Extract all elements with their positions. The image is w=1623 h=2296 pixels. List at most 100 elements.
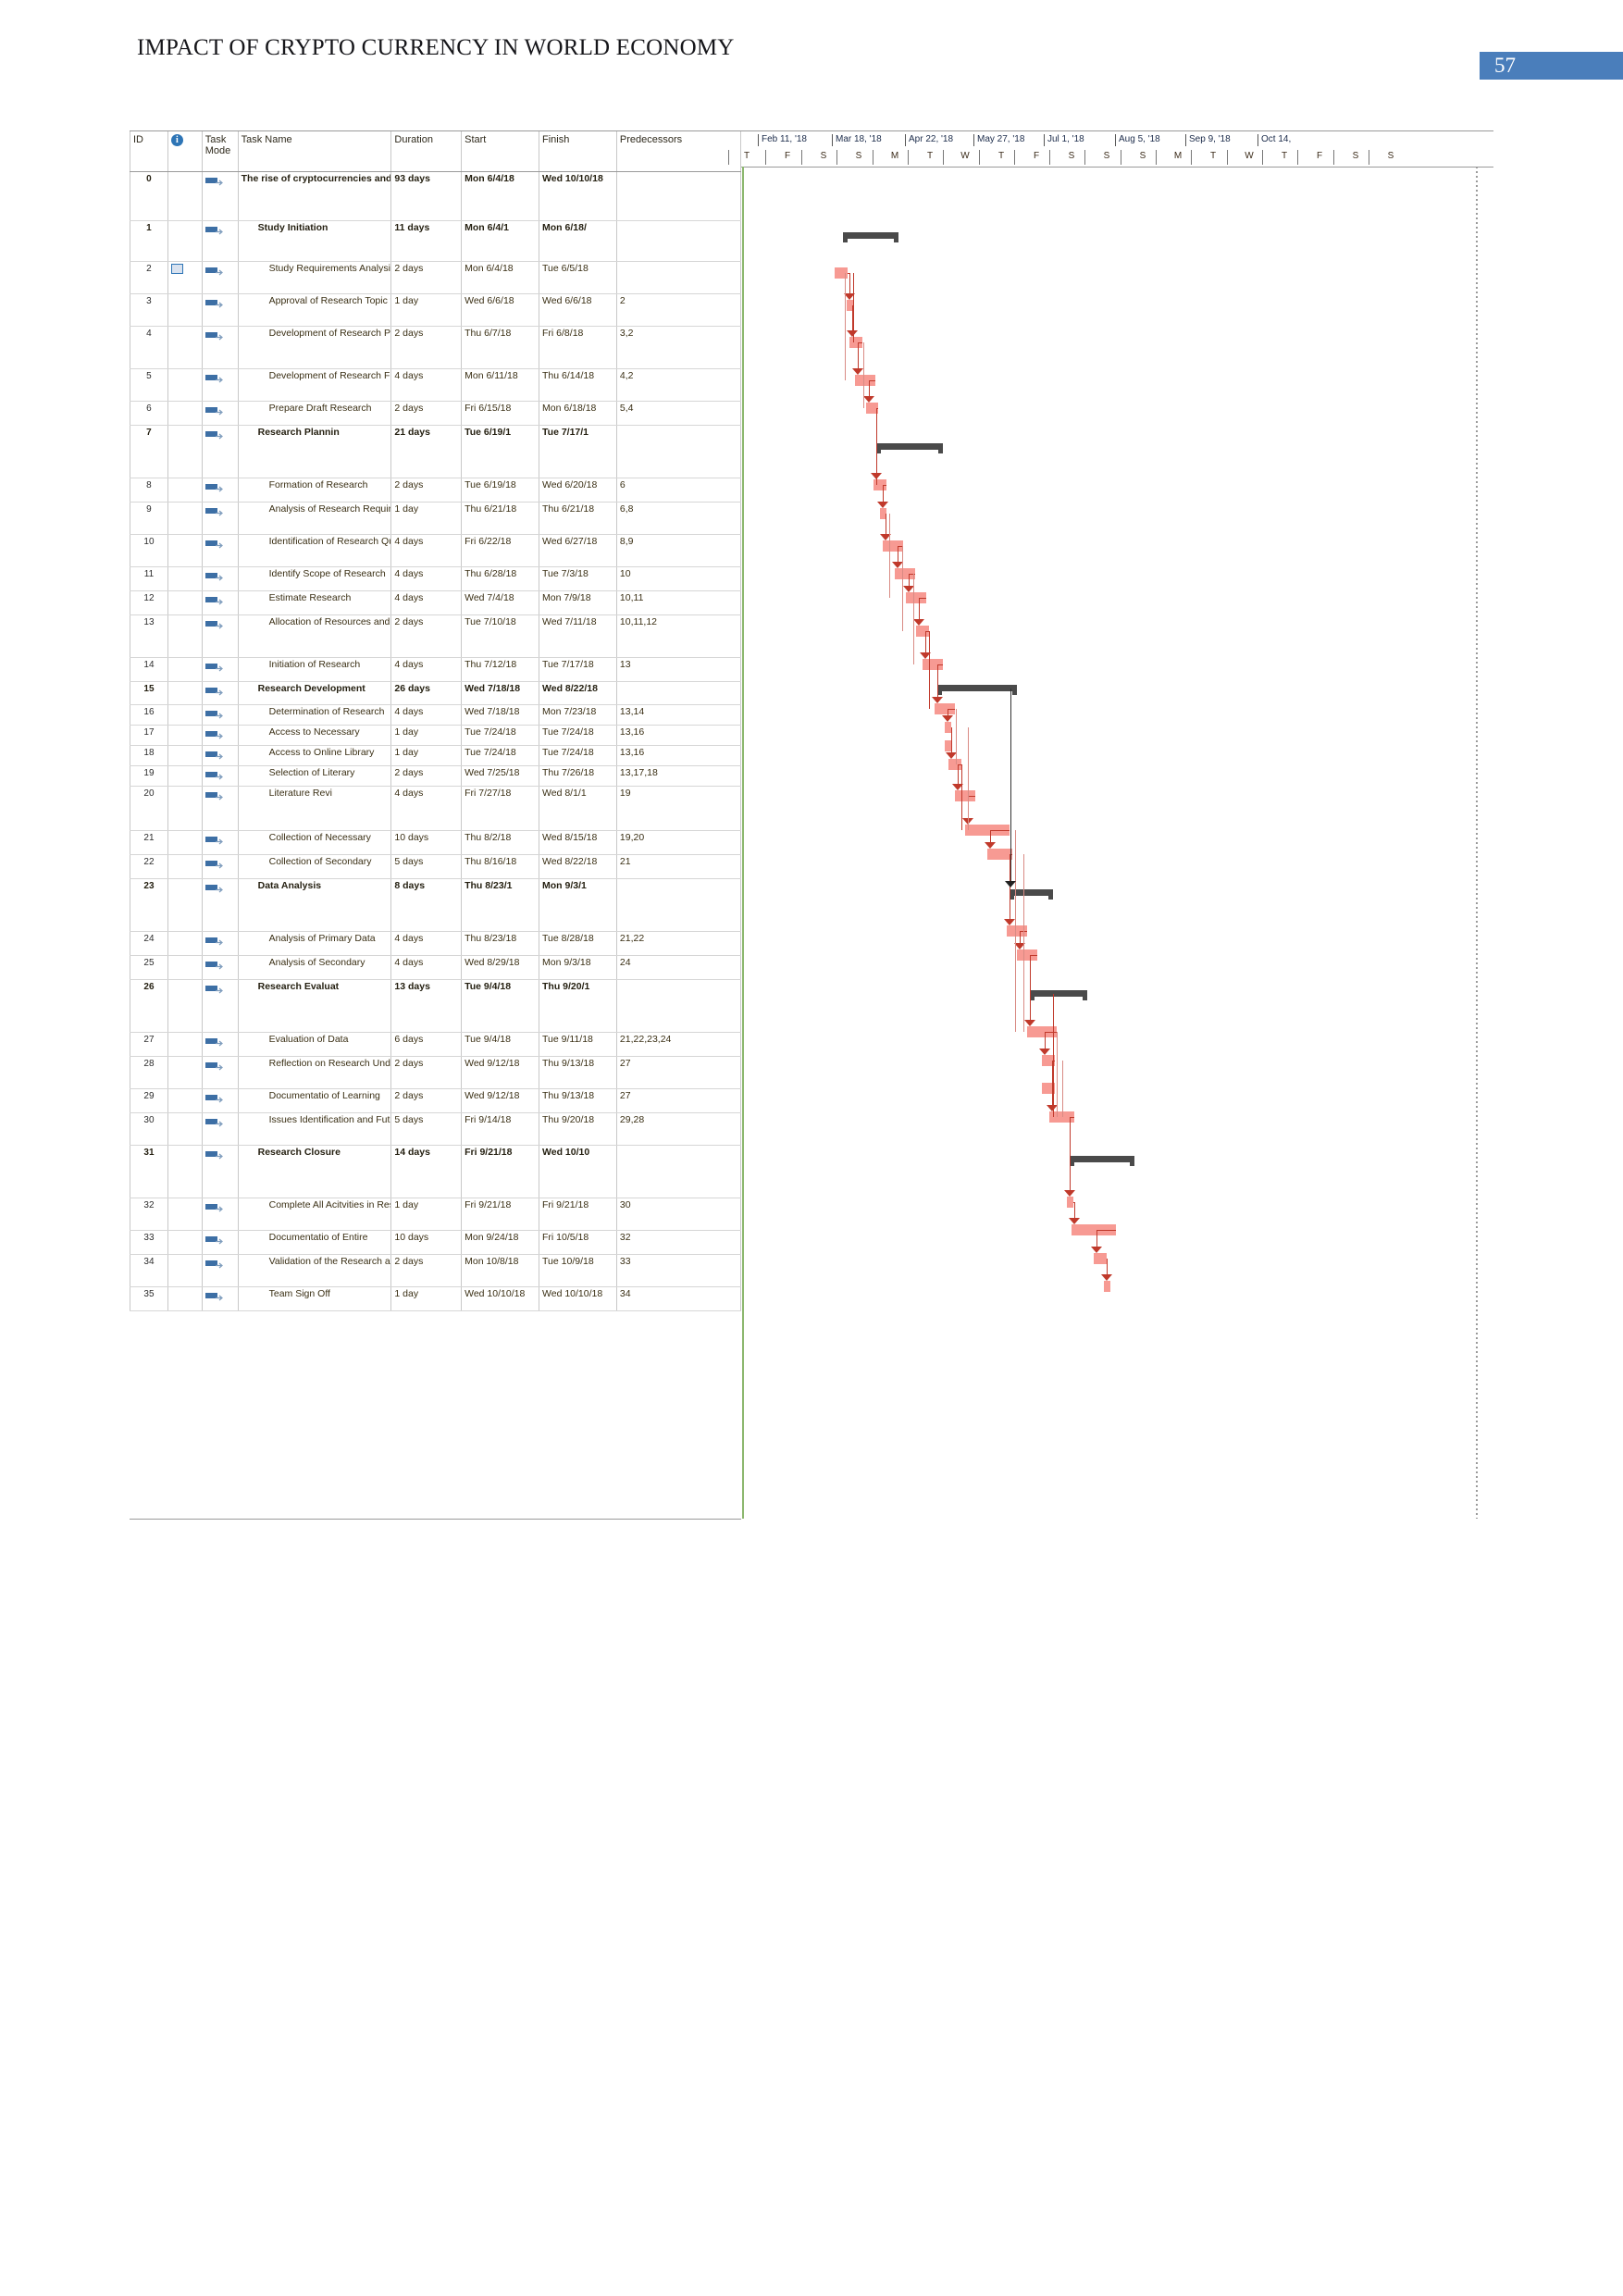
cell-predecessors[interactable]: 29,28: [615, 1112, 742, 1146]
cell-predecessors[interactable]: 24: [615, 955, 742, 980]
cell-indicator[interactable]: [167, 657, 203, 682]
cell-finish[interactable]: Tue 7/24/18: [539, 745, 617, 766]
gantt-summary-bar[interactable]: [937, 684, 1017, 695]
cell-finish[interactable]: Wed 10/10/18: [539, 1286, 617, 1311]
cell-indicator[interactable]: [167, 745, 203, 766]
table-row[interactable]: 18 Access to Online Library 1 day Tue 7/24/…: [130, 745, 742, 766]
cell-predecessors[interactable]: 21: [615, 854, 742, 879]
table-row[interactable]: 11 Identify Scope of Research 4 days Thu 6/…: [130, 566, 742, 591]
cell-duration[interactable]: 26 days: [390, 681, 463, 705]
table-row[interactable]: 20 Literature Revi 4 days Fri 7/27/18 Wed 8/…: [130, 786, 742, 831]
cell-finish[interactable]: Wed 7/11/18: [539, 614, 617, 658]
table-row[interactable]: 24 Analysis of Primary Data 4 days Thu 8/23…: [130, 931, 742, 956]
cell-task-mode[interactable]: [201, 478, 239, 503]
cell-indicator[interactable]: [167, 704, 203, 726]
cell-indicator[interactable]: [167, 931, 203, 956]
task-grid[interactable]: ID i Task Mode Task Name Duration Start …: [130, 130, 742, 1520]
table-row[interactable]: 17 Access to Necessary 1 day Tue 7/24/18 Tue…: [130, 725, 742, 746]
cell-indicator[interactable]: [167, 786, 203, 831]
column-header-duration[interactable]: Duration: [390, 131, 463, 172]
cell-finish[interactable]: Wed 8/22/18: [539, 854, 617, 879]
cell-finish[interactable]: Thu 6/21/18: [539, 502, 617, 535]
cell-duration[interactable]: 2 days: [390, 765, 463, 787]
cell-predecessors[interactable]: [615, 878, 742, 932]
cell-start[interactable]: Tue 7/24/18: [461, 745, 540, 766]
cell-start[interactable]: Tue 7/10/18: [461, 614, 540, 658]
cell-task-name[interactable]: Complete All Acitvities in Research: [237, 1198, 392, 1231]
cell-indicator[interactable]: [167, 1145, 203, 1198]
gantt-summary-bar[interactable]: [843, 232, 898, 242]
cell-task-name[interactable]: Identification of Research Questions: [237, 534, 392, 567]
cell-duration[interactable]: 21 days: [390, 425, 463, 478]
cell-indicator[interactable]: [167, 220, 203, 262]
cell-task-name[interactable]: Literature Revi: [237, 786, 392, 831]
cell-indicator[interactable]: [167, 854, 203, 879]
cell-duration[interactable]: 1 day: [390, 725, 463, 746]
gantt-summary-bar[interactable]: [1030, 989, 1087, 1000]
table-row[interactable]: 23 Data Analysis 8 days Thu 8/23/1 Mon 9/3/1: [130, 878, 742, 932]
table-row[interactable]: 6 Prepare Draft Research 2 days Fri 6/15/18…: [130, 401, 742, 426]
cell-finish[interactable]: Thu 9/20/1: [539, 979, 617, 1033]
cell-finish[interactable]: Wed 8/22/18: [539, 681, 617, 705]
cell-predecessors[interactable]: 19,20: [615, 830, 742, 855]
cell-start[interactable]: Thu 8/2/18: [461, 830, 540, 855]
cell-start[interactable]: Wed 7/25/18: [461, 765, 540, 787]
cell-duration[interactable]: 10 days: [390, 830, 463, 855]
cell-duration[interactable]: 2 days: [390, 261, 463, 294]
cell-predecessors[interactable]: [615, 681, 742, 705]
cell-indicator[interactable]: [167, 502, 203, 535]
cell-duration[interactable]: 2 days: [390, 614, 463, 658]
cell-task-name[interactable]: Prepare Draft Research: [237, 401, 392, 426]
cell-task-name[interactable]: Estimate Research: [237, 590, 392, 615]
cell-finish[interactable]: Tue 7/17/18: [539, 657, 617, 682]
cell-start[interactable]: Thu 7/12/18: [461, 657, 540, 682]
cell-finish[interactable]: Mon 6/18/18: [539, 401, 617, 426]
cell-task-name[interactable]: Issues Identification and Future: [237, 1112, 392, 1146]
cell-task-name[interactable]: Analysis of Secondary: [237, 955, 392, 980]
timeline-pane[interactable]: Feb 11, '18 Mar 18, '18 Apr 22, '18 May 27,…: [728, 130, 1493, 1519]
cell-indicator[interactable]: [167, 979, 203, 1033]
cell-duration[interactable]: 1 day: [390, 1198, 463, 1231]
cell-predecessors[interactable]: 21,22,23,24: [615, 1032, 742, 1057]
cell-task-name[interactable]: Development of Research Framework: [237, 368, 392, 402]
table-row[interactable]: 30 Issues Identification and Future 5 days…: [130, 1112, 742, 1146]
cell-task-name[interactable]: Validation of the Research and Learning: [237, 1254, 392, 1287]
cell-task-mode[interactable]: [201, 830, 239, 855]
table-row[interactable]: 26 Research Evaluat 13 days Tue 9/4/18 Thu 9…: [130, 979, 742, 1033]
cell-start[interactable]: Fri 9/21/18: [461, 1198, 540, 1231]
cell-task-mode[interactable]: [201, 171, 239, 221]
table-row[interactable]: 4 Development of Research Plan Charter / …: [130, 326, 742, 369]
cell-task-name[interactable]: Formation of Research: [237, 478, 392, 503]
cell-finish[interactable]: Fri 10/5/18: [539, 1230, 617, 1255]
cell-task-name[interactable]: Allocation of Resources and Time for the…: [237, 614, 392, 658]
column-header-start[interactable]: Start: [461, 131, 540, 172]
cell-predecessors[interactable]: 32: [615, 1230, 742, 1255]
cell-start[interactable]: Thu 6/7/18: [461, 326, 540, 369]
cell-start[interactable]: Thu 6/28/18: [461, 566, 540, 591]
cell-start[interactable]: Fri 6/22/18: [461, 534, 540, 567]
cell-duration[interactable]: 4 days: [390, 534, 463, 567]
cell-start[interactable]: Wed 7/18/18: [461, 681, 540, 705]
cell-predecessors[interactable]: 21,22: [615, 931, 742, 956]
cell-start[interactable]: Tue 7/24/18: [461, 725, 540, 746]
cell-start[interactable]: Tue 9/4/18: [461, 979, 540, 1033]
cell-finish[interactable]: Wed 10/10: [539, 1145, 617, 1198]
cell-finish[interactable]: Thu 9/13/18: [539, 1088, 617, 1113]
cell-task-name[interactable]: Initiation of Research: [237, 657, 392, 682]
cell-finish[interactable]: Thu 9/13/18: [539, 1056, 617, 1089]
cell-task-name[interactable]: Collection of Secondary: [237, 854, 392, 879]
cell-predecessors[interactable]: 33: [615, 1254, 742, 1287]
cell-indicator[interactable]: [167, 171, 203, 221]
cell-finish[interactable]: Mon 9/3/18: [539, 955, 617, 980]
gantt-task-bar[interactable]: [1094, 1252, 1107, 1264]
table-row[interactable]: 3Approval of Research Topic from1 dayWed…: [130, 293, 742, 327]
cell-finish[interactable]: Tue 10/9/18: [539, 1254, 617, 1287]
cell-duration[interactable]: 2 days: [390, 326, 463, 369]
cell-task-mode[interactable]: [201, 681, 239, 705]
cell-task-mode[interactable]: [201, 878, 239, 932]
cell-duration[interactable]: 4 days: [390, 931, 463, 956]
cell-duration[interactable]: 1 day: [390, 745, 463, 766]
cell-indicator[interactable]: [167, 261, 203, 294]
cell-finish[interactable]: Mon 7/9/18: [539, 590, 617, 615]
cell-task-name[interactable]: The rise of cryptocurrencies and their i…: [237, 171, 392, 221]
